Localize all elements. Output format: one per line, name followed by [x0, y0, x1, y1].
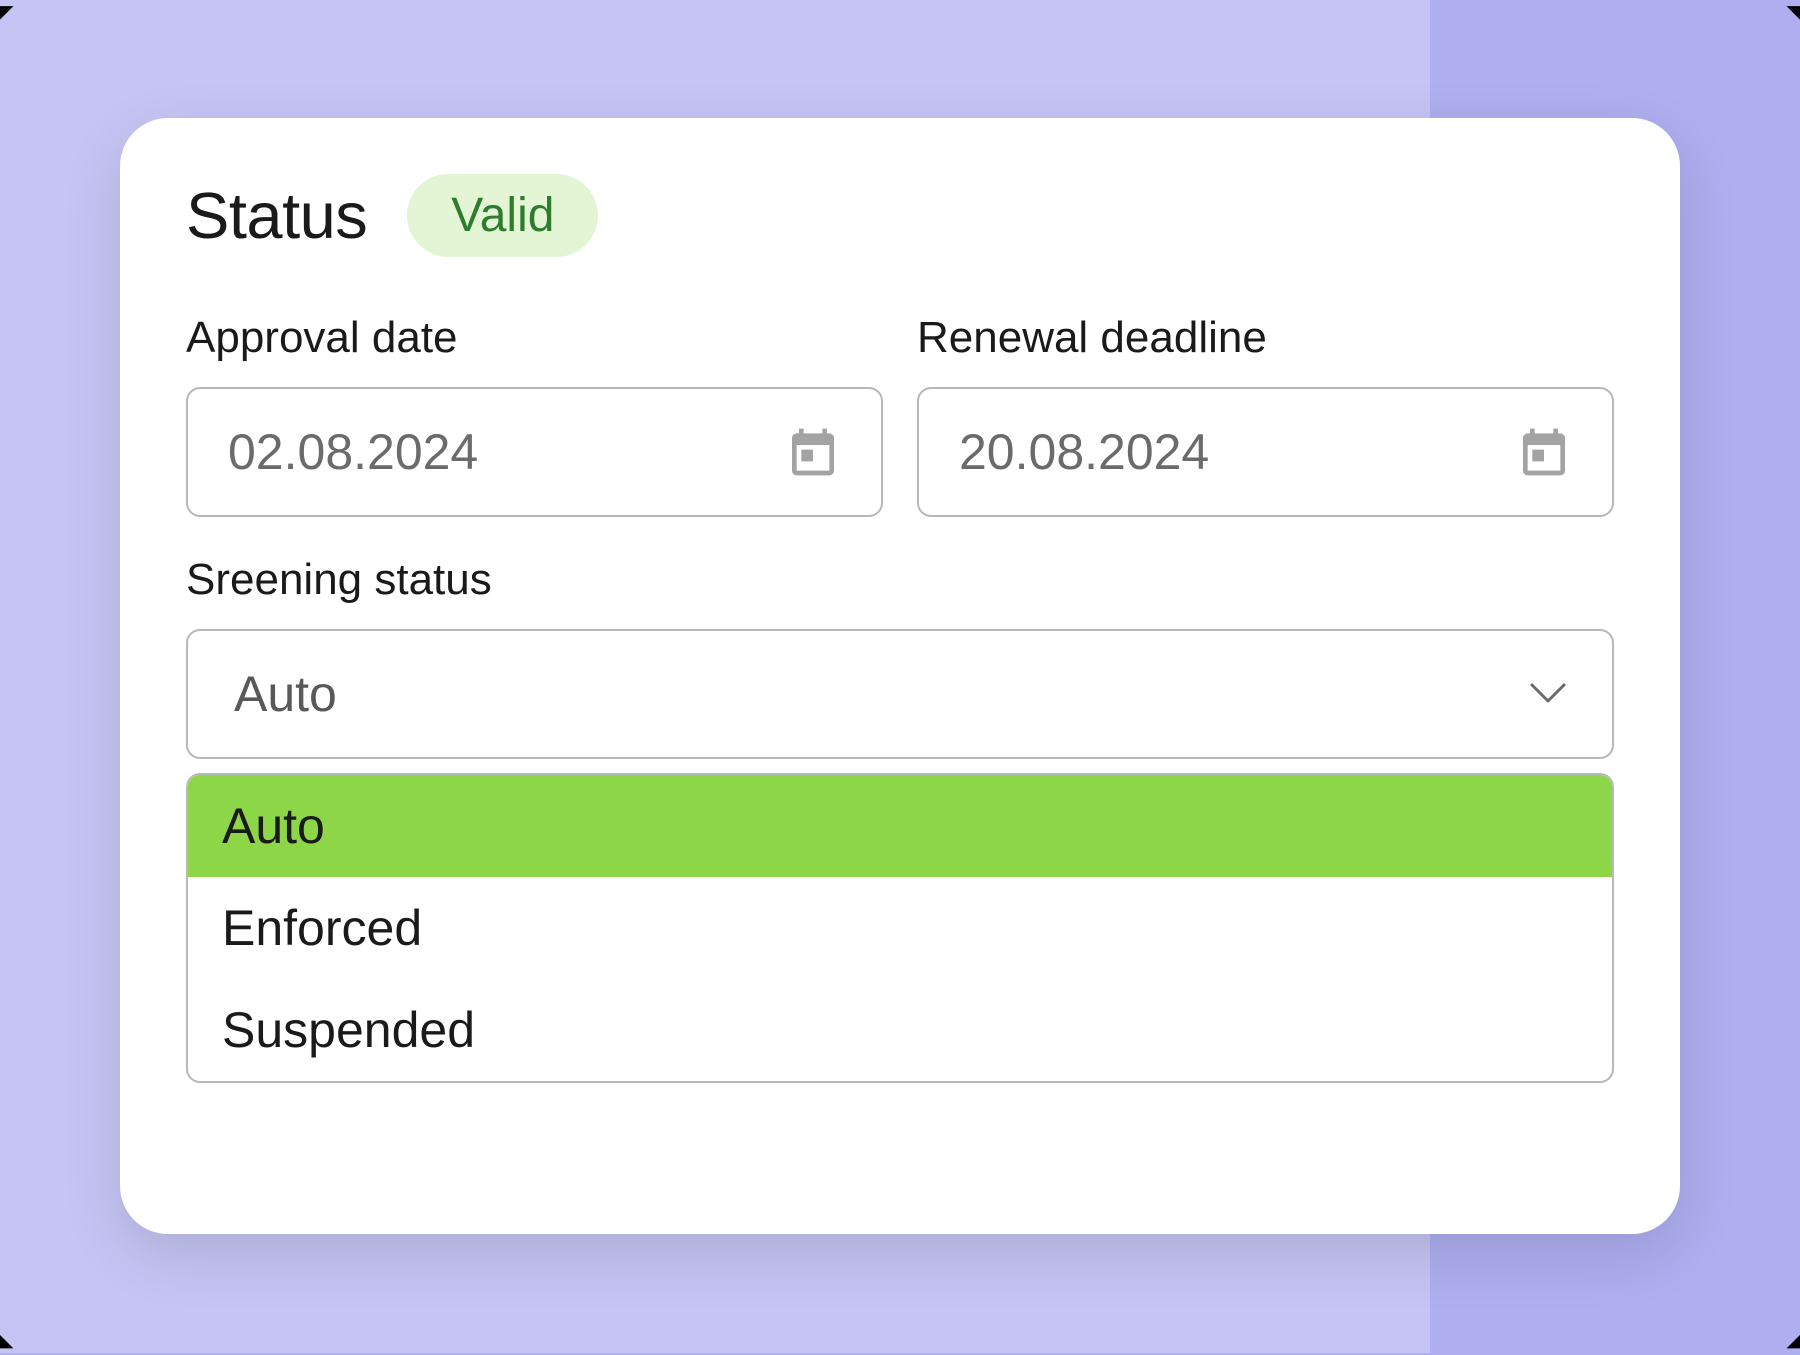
screening-status-dropdown: Auto Enforced Suspended	[186, 773, 1614, 1083]
page-title: Status	[186, 178, 367, 253]
renewal-deadline-value: 20.08.2024	[959, 423, 1209, 481]
chevron-down-icon	[1530, 683, 1566, 705]
corner-marker: ◣	[0, 1325, 12, 1355]
approval-date-input[interactable]: 02.08.2024	[186, 387, 883, 517]
renewal-deadline-field: Renewal deadline 20.08.2024	[917, 313, 1614, 517]
approval-date-field: Approval date 02.08.2024	[186, 313, 883, 517]
corner-marker: ◢	[1788, 1325, 1800, 1355]
renewal-deadline-label: Renewal deadline	[917, 313, 1614, 363]
dropdown-option-suspended[interactable]: Suspended	[188, 979, 1612, 1081]
approval-date-label: Approval date	[186, 313, 883, 363]
calendar-icon[interactable]	[1516, 424, 1572, 480]
status-card: Status Valid Approval date 02.08.2024 Re…	[120, 118, 1680, 1234]
dropdown-option-auto[interactable]: Auto	[188, 775, 1612, 877]
calendar-icon[interactable]	[785, 424, 841, 480]
corner-marker: ◤	[0, 0, 12, 28]
screening-status-select[interactable]: Auto	[186, 629, 1614, 759]
card-header: Status Valid	[186, 174, 1614, 257]
screening-status-label: Sreening status	[186, 555, 1614, 605]
screening-status-selected-value: Auto	[234, 665, 337, 723]
renewal-deadline-input[interactable]: 20.08.2024	[917, 387, 1614, 517]
approval-date-value: 02.08.2024	[228, 423, 478, 481]
screening-status-field: Sreening status Auto Auto Enforced Suspe…	[186, 555, 1614, 1083]
dropdown-option-enforced[interactable]: Enforced	[188, 877, 1612, 979]
corner-marker: ◥	[1788, 0, 1800, 28]
date-fields-row: Approval date 02.08.2024 Renewal deadlin…	[186, 313, 1614, 517]
status-badge: Valid	[407, 174, 598, 257]
